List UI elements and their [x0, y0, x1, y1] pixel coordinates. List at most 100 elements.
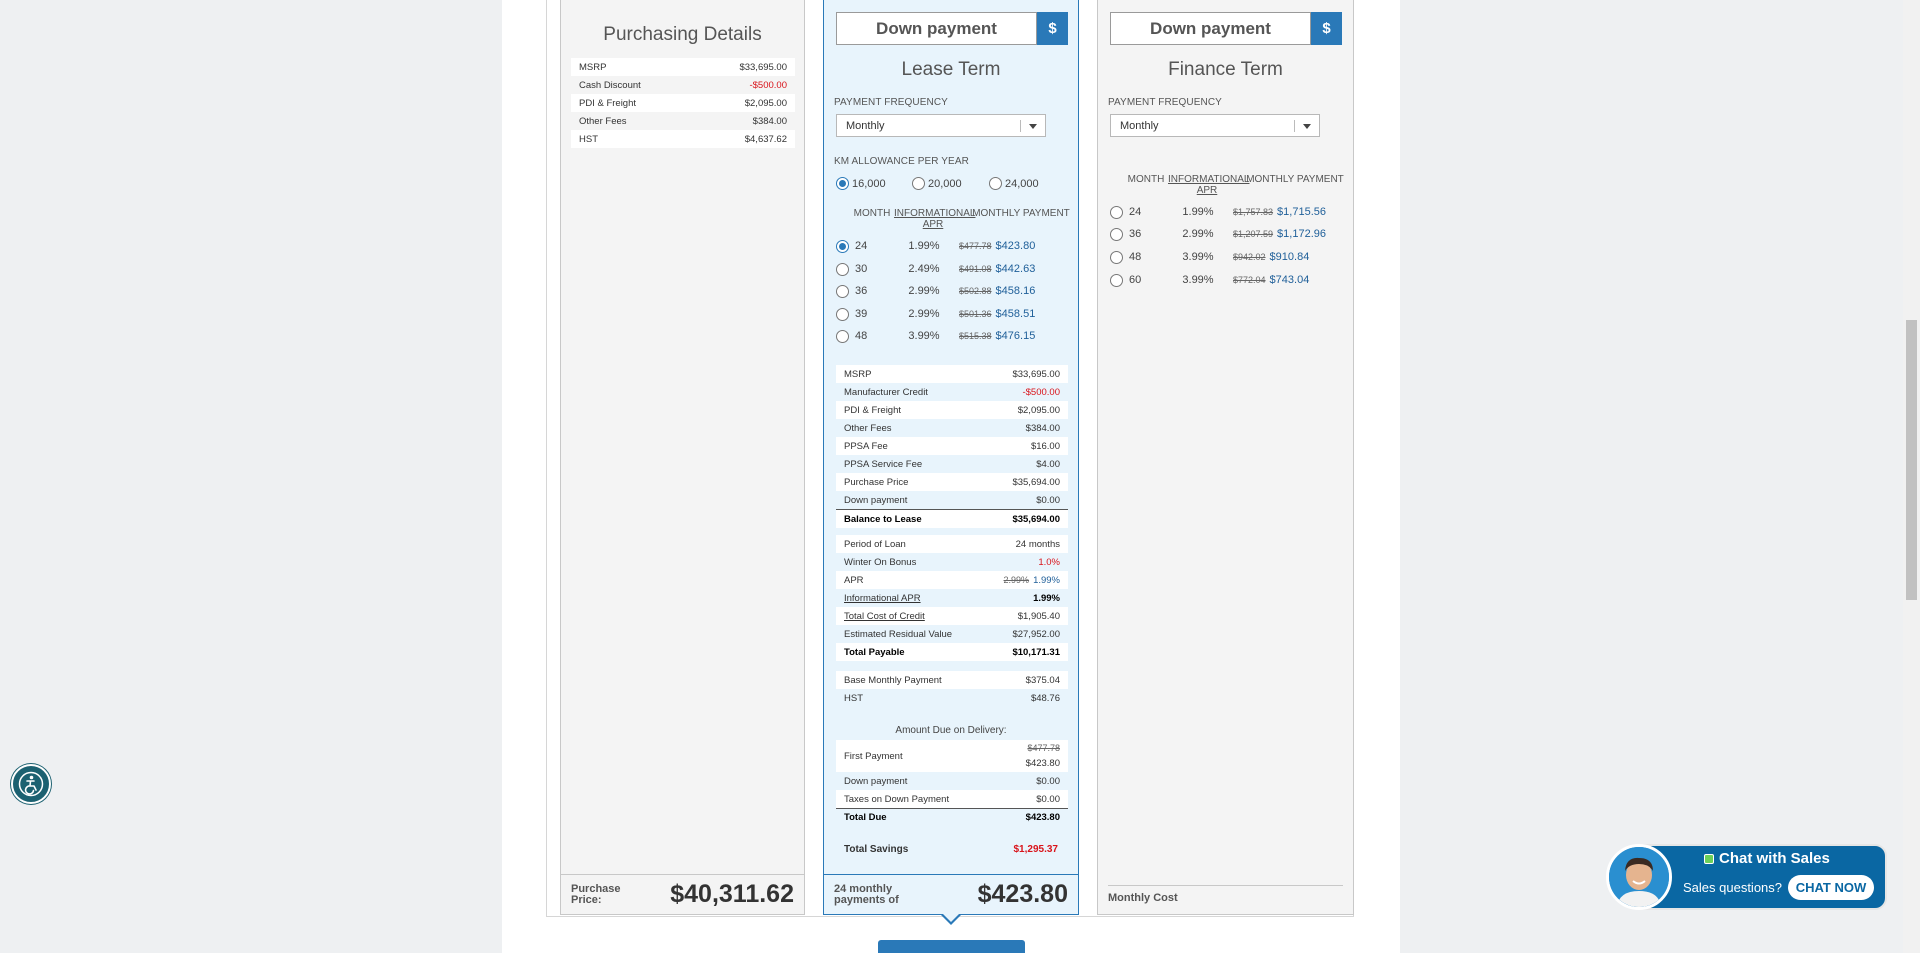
finance-freq-select[interactable]: Monthly	[1110, 114, 1320, 137]
balance-to-lease-row: Balance to Lease $35,694.00	[836, 509, 1068, 528]
radio-icon[interactable]	[836, 329, 849, 343]
radio-icon[interactable]	[836, 177, 849, 190]
table-row: Cash Discount -$500.00	[579, 79, 787, 91]
finance-freq-label: PAYMENT FREQUENCY	[1108, 97, 1222, 108]
table-row: Estimated Residual Value $27,952.00	[844, 628, 1060, 640]
amount-due-table: First Payment $477.78 $423.80 Down payment…	[836, 740, 1068, 826]
table-row: First Payment $477.78 $423.80	[836, 740, 1068, 772]
accessibility-icon	[18, 771, 44, 797]
lease-term-row[interactable]: 48 3.99% $515.38 $476.15	[836, 326, 1035, 346]
purchase-price-label: Purchase Price:	[571, 882, 621, 906]
accessibility-button[interactable]	[11, 764, 51, 804]
lease-term-header: MONTH INFORMATIONAL APR MONTHLY PAYMENT	[853, 208, 1070, 230]
table-row: Base Monthly Payment $375.04	[836, 671, 1068, 689]
purchase-price-value: $40,311.62	[670, 880, 794, 908]
table-row: Total Payable $10,171.31	[836, 643, 1068, 661]
lease-term-row[interactable]: 36 2.99% $502.88 $458.16	[836, 281, 1035, 301]
table-row: PPSA Fee $16.00	[836, 437, 1068, 455]
lease-column: Down payment $ Lease Term PAYMENT FREQUE…	[823, 0, 1079, 915]
radio-icon[interactable]	[989, 177, 1002, 190]
purchasing-title: Purchasing Details	[603, 24, 762, 45]
radio-icon[interactable]	[836, 284, 849, 298]
lease-down-payment-input[interactable]: Down payment	[836, 12, 1037, 45]
finance-term-row[interactable]: 48 3.99% $942.02 $910.84	[1110, 247, 1309, 267]
total-savings-row: Total Savings $1,295.37	[844, 844, 1058, 855]
table-row: Taxes on Down Payment $0.00	[836, 790, 1068, 808]
chat-widget[interactable]: Chat with Sales Sales questions? CHAT NO…	[1606, 844, 1887, 910]
table-row: HST $48.76	[844, 692, 1060, 704]
amount-due-title: Amount Due on Delivery:	[895, 725, 1007, 736]
table-row: MSRP $33,695.00	[836, 365, 1068, 383]
lease-freq-label: PAYMENT FREQUENCY	[834, 97, 948, 108]
table-row: Total Cost of Credit $1,905.40	[836, 607, 1068, 625]
finance-footer: Monthly Cost	[1098, 874, 1353, 914]
table-row: Down payment $0.00	[844, 494, 1060, 506]
km-option-24000[interactable]: 24,000	[989, 177, 1039, 190]
km-label: KM ALLOWANCE PER YEAR	[834, 156, 969, 167]
chevron-down-icon	[1303, 124, 1311, 129]
online-status-icon	[1704, 853, 1714, 864]
table-row: Manufacturer Credit -$500.00	[844, 386, 1060, 398]
radio-icon[interactable]	[836, 239, 849, 253]
lease-loan-table: Period of Loan 24 months Winter On Bonus 1…	[836, 535, 1068, 661]
lease-term-row[interactable]: 24 1.99% $477.78 $423.80	[836, 236, 1035, 256]
continue-button[interactable]	[878, 940, 1025, 953]
radio-icon[interactable]	[836, 307, 849, 321]
finance-down-payment: Down payment $	[1110, 12, 1342, 45]
purchasing-table: MSRP $33,695.00 Cash Discount -$500.00 PDI…	[571, 58, 795, 148]
table-row: Informational APR 1.99%	[844, 592, 1060, 604]
finance-term-row[interactable]: 36 2.99% $1,207.59 $1,172.96	[1110, 224, 1326, 244]
km-option-20000[interactable]: 20,000	[912, 177, 989, 190]
selected-pointer	[940, 913, 962, 925]
finance-down-payment-input[interactable]: Down payment	[1110, 12, 1311, 45]
finance-term-header: MONTH INFORMATIONAL APR MONTHLY PAYMENT	[1127, 174, 1344, 196]
radio-icon[interactable]	[1110, 227, 1123, 241]
table-row: PDI & Freight $2,095.00	[571, 94, 795, 112]
total-due-row: Total Due $423.80	[836, 808, 1068, 826]
monthly-cost-label: Monthly Cost	[1108, 884, 1343, 904]
lease-term-row[interactable]: 39 2.99% $501.36 $458.51	[836, 304, 1035, 324]
finance-currency-button[interactable]: $	[1311, 12, 1342, 45]
avatar-icon	[1609, 847, 1669, 907]
scrollbar[interactable]	[1903, 0, 1920, 953]
lease-term-row[interactable]: 30 2.49% $491.08 $442.63	[836, 259, 1035, 279]
purchase-price-footer: Purchase Price: $40,311.62	[561, 874, 804, 914]
agent-avatar	[1606, 844, 1672, 910]
radio-icon[interactable]	[836, 262, 849, 276]
lease-title: Lease Term	[901, 59, 1001, 80]
chat-now-button[interactable]: CHAT NOW	[1788, 875, 1874, 900]
table-row: Down payment $0.00	[836, 772, 1068, 790]
finance-title: Finance Term	[1168, 59, 1283, 80]
table-row: PDI & Freight $2,095.00	[836, 401, 1068, 419]
lease-footer: 24 monthly payments of $423.80	[824, 874, 1078, 914]
chat-subtitle: Sales questions?	[1683, 880, 1783, 895]
table-row: APR 2.99% 1.99%	[836, 571, 1068, 589]
lease-footer-value: $423.80	[977, 880, 1068, 908]
table-row: Purchase Price $35,694.00	[836, 473, 1068, 491]
chevron-down-icon	[1029, 124, 1037, 129]
scrollbar-thumb[interactable]	[1906, 320, 1917, 600]
table-row: Other Fees $384.00	[579, 115, 787, 127]
radio-icon[interactable]	[1110, 273, 1123, 287]
km-option-16000[interactable]: 16,000	[836, 177, 912, 190]
lease-footer-label: 24 monthly payments of	[834, 882, 899, 906]
table-row: HST $4,637.62	[571, 130, 795, 148]
lease-monthly-table: Base Monthly Payment $375.04 HST $48.76	[836, 671, 1068, 707]
radio-icon[interactable]	[1110, 250, 1123, 264]
table-row: Period of Loan 24 months	[836, 535, 1068, 553]
lease-down-payment: Down payment $	[836, 12, 1068, 45]
table-row: Other Fees $384.00	[844, 422, 1060, 434]
lease-currency-button[interactable]: $	[1037, 12, 1068, 45]
table-row: Winter On Bonus 1.0%	[844, 556, 1060, 568]
finance-term-row[interactable]: 60 3.99% $772.04 $743.04	[1110, 270, 1309, 290]
finance-term-row[interactable]: 24 1.99% $1,757.83 $1,715.56	[1110, 202, 1326, 222]
radio-icon[interactable]	[1110, 205, 1123, 219]
lease-details-table: MSRP $33,695.00 Manufacturer Credit -$500.…	[836, 365, 1068, 528]
chat-title: Chat with Sales	[1704, 850, 1830, 867]
purchasing-column: Purchasing Details MSRP $33,695.00 Cash D…	[560, 0, 805, 915]
radio-icon[interactable]	[912, 177, 925, 190]
lease-freq-select[interactable]: Monthly	[836, 114, 1046, 137]
finance-column: Down payment $ Finance Term PAYMENT FREQ…	[1097, 0, 1354, 915]
km-options: 16,000 20,000 24,000	[836, 177, 1039, 190]
table-row: PPSA Service Fee $4.00	[844, 458, 1060, 470]
